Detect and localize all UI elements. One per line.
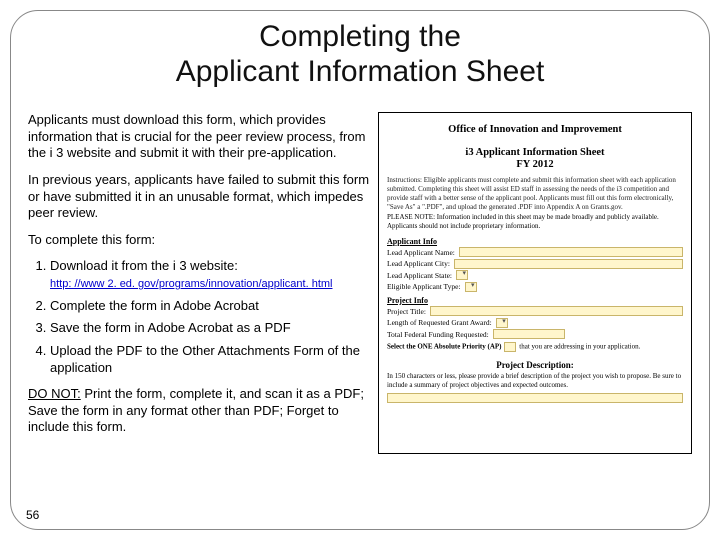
section-project-description: Project Description: — [379, 360, 691, 370]
dropdown-state — [456, 270, 468, 280]
step-3: Save the form in Adobe Acrobat as a PDF — [50, 320, 374, 337]
form-screenshot: Office of Innovation and Improvement i3 … — [378, 112, 692, 454]
page-number: 56 — [26, 508, 39, 522]
step-4: Upload the PDF to the Other Attachments … — [50, 343, 374, 376]
do-not-label: DO NOT: — [28, 386, 81, 401]
section-applicant-info: Applicant Info — [387, 237, 683, 246]
dropdown-ap — [504, 342, 516, 352]
field-project-title — [430, 306, 683, 316]
section-project-info: Project Info — [387, 296, 683, 305]
i3-website-link[interactable]: http: //www 2. ed. gov/programs/innovati… — [50, 278, 332, 290]
field-description — [387, 393, 683, 403]
project-description-text: In 150 characters or less, please provid… — [387, 372, 683, 390]
form-note: PLEASE NOTE: Information included in thi… — [387, 213, 683, 231]
do-not-paragraph: DO NOT: Print the form, complete it, and… — [28, 386, 374, 436]
paragraph-2: In previous years, applicants have faile… — [28, 172, 374, 222]
paragraph-3: To complete this form: — [28, 232, 374, 249]
steps-list: Download it from the i 3 website: http: … — [28, 258, 374, 376]
paragraph-1: Applicants must download this form, whic… — [28, 112, 374, 162]
title-line2: Applicant Information Sheet — [176, 55, 545, 88]
form-title-2: i3 Applicant Information Sheet — [385, 146, 685, 159]
step-2: Complete the form in Adobe Acrobat — [50, 298, 374, 315]
body-text: Applicants must download this form, whic… — [28, 112, 374, 446]
title-line1: Completing the — [259, 20, 461, 53]
dropdown-length — [496, 318, 508, 328]
form-instructions: Instructions: Eligible applicants must c… — [387, 176, 683, 211]
dropdown-type — [465, 282, 477, 292]
slide-title: Completing the Applicant Information She… — [0, 20, 720, 89]
ap-line: Select the ONE Absolute Priority (AP) th… — [387, 342, 683, 352]
form-title-3: FY 2012 — [385, 159, 685, 170]
field-funding — [493, 329, 565, 339]
field-city — [454, 259, 683, 269]
step-1: Download it from the i 3 website: http: … — [50, 258, 374, 291]
form-title-1: Office of Innovation and Improvement — [385, 123, 685, 136]
field-name — [459, 247, 683, 257]
